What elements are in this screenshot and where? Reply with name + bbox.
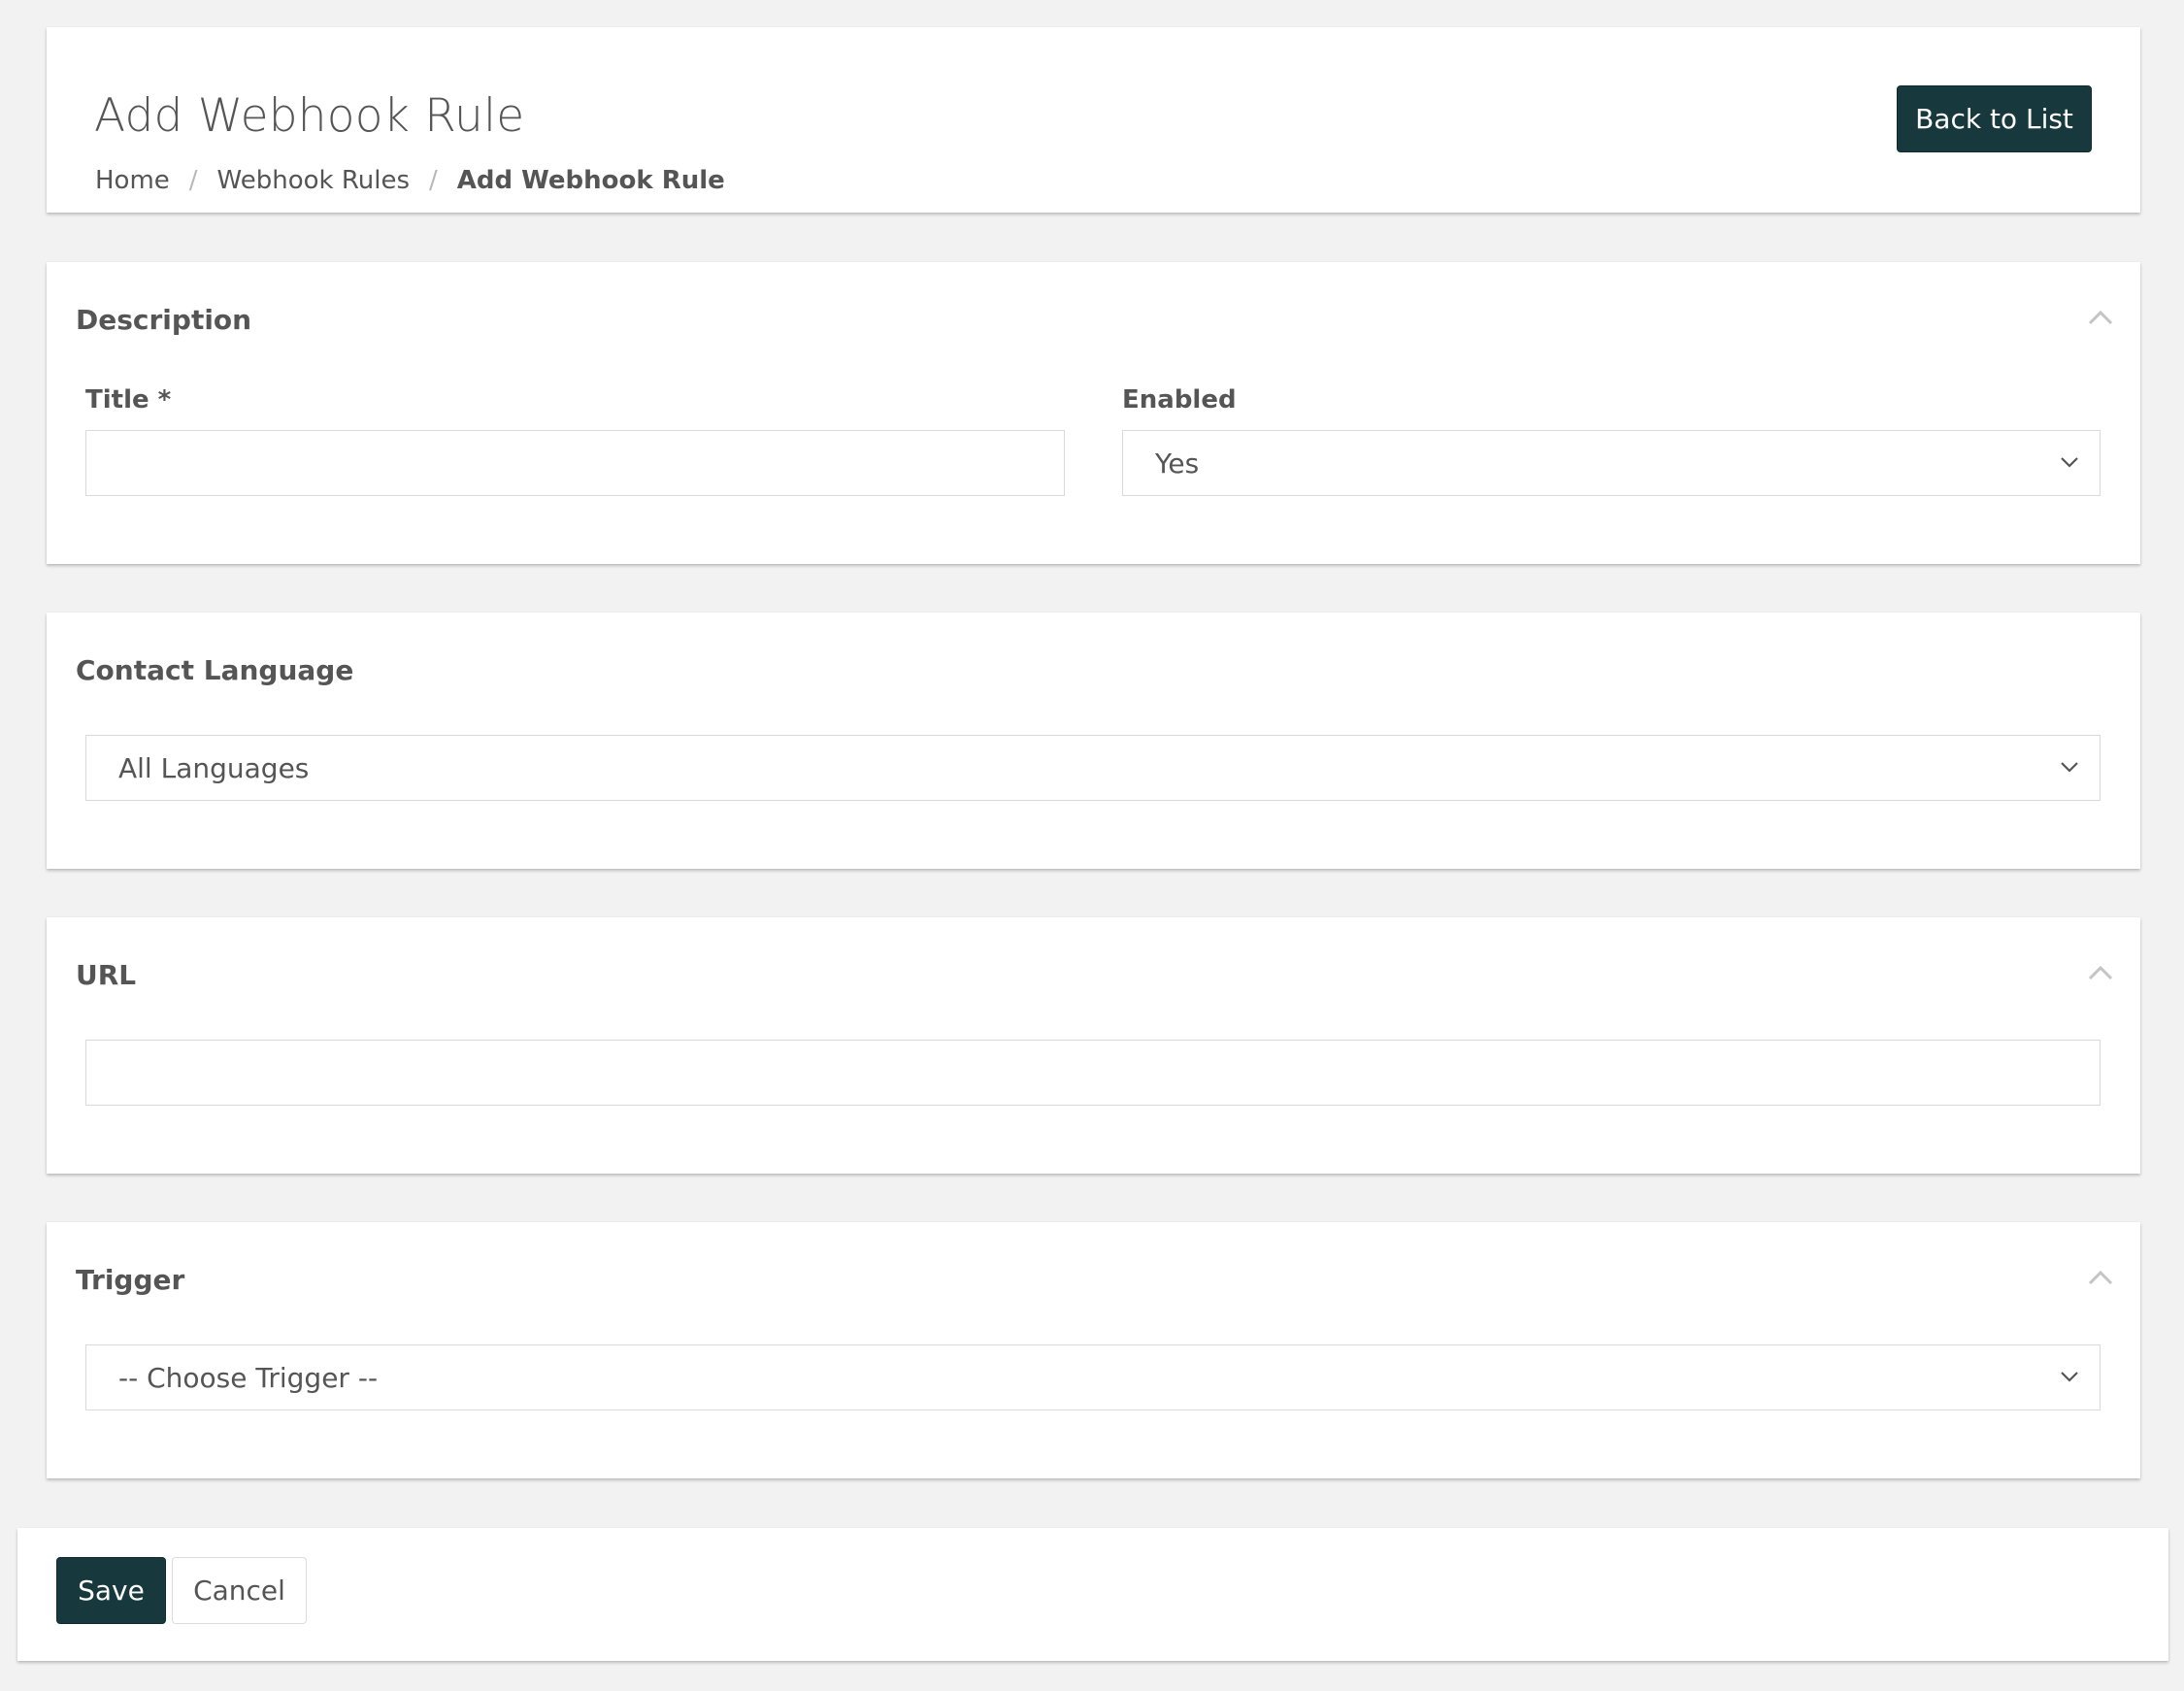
breadcrumb-webhook-rules[interactable]: Webhook Rules xyxy=(217,166,410,195)
title-label: Title * xyxy=(85,385,172,414)
chevron-up-icon[interactable] xyxy=(2086,962,2115,983)
section-title-url: URL xyxy=(76,959,137,991)
chevron-up-icon[interactable] xyxy=(2086,1267,2115,1288)
page-title: Add Webhook Rule xyxy=(94,89,525,143)
url-section: URL xyxy=(47,917,2140,1174)
chevron-up-icon[interactable] xyxy=(2086,307,2115,328)
breadcrumb-separator: / xyxy=(188,166,198,195)
save-button[interactable]: Save xyxy=(56,1557,166,1624)
contact-language-select[interactable]: All Languages xyxy=(85,735,2101,801)
form-actions: Save Cancel xyxy=(17,1528,2168,1661)
url-input[interactable] xyxy=(85,1040,2101,1106)
breadcrumb-separator: / xyxy=(429,166,438,195)
back-to-list-button[interactable]: Back to List xyxy=(1897,85,2092,152)
page-header: Add Webhook Rule Home / Webhook Rules / … xyxy=(47,27,2140,213)
chevron-down-icon xyxy=(2061,762,2078,773)
enabled-select[interactable]: Yes xyxy=(1122,430,2101,496)
breadcrumb-current: Add Webhook Rule xyxy=(456,166,725,195)
enabled-selected-value: Yes xyxy=(1155,447,1200,480)
title-input[interactable] xyxy=(85,430,1065,496)
section-title-contact-language: Contact Language xyxy=(76,654,354,686)
description-section: Description Title * Enabled Yes xyxy=(47,262,2140,564)
chevron-down-icon xyxy=(2061,457,2078,468)
contact-language-selected-value: All Languages xyxy=(118,751,310,784)
enabled-label: Enabled xyxy=(1122,385,1237,414)
section-title-description: Description xyxy=(76,304,252,336)
trigger-selected-value: -- Choose Trigger -- xyxy=(118,1361,379,1394)
chevron-down-icon xyxy=(2061,1372,2078,1382)
trigger-section: Trigger -- Choose Trigger -- xyxy=(47,1222,2140,1478)
cancel-button[interactable]: Cancel xyxy=(172,1557,307,1624)
contact-language-section: Contact Language All Languages xyxy=(47,613,2140,869)
section-title-trigger: Trigger xyxy=(76,1264,185,1296)
trigger-select[interactable]: -- Choose Trigger -- xyxy=(85,1344,2101,1410)
breadcrumb: Home / Webhook Rules / Add Webhook Rule xyxy=(95,166,725,195)
breadcrumb-home[interactable]: Home xyxy=(95,166,170,195)
